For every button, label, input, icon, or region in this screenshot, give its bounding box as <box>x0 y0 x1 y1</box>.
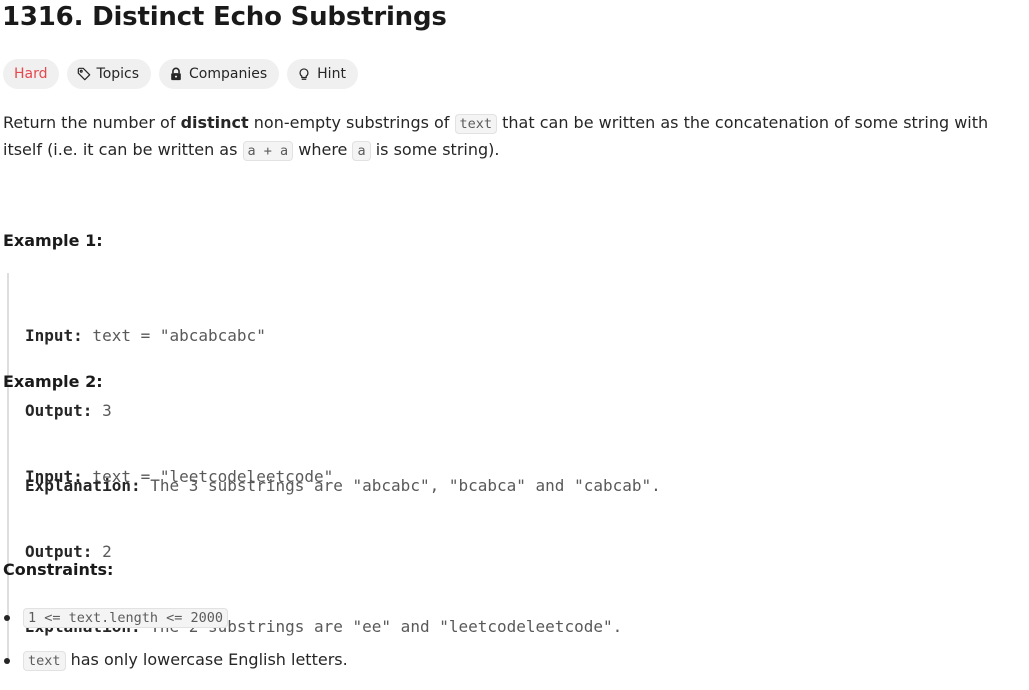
constraint-code: text <box>23 651 66 671</box>
constraints-list: 1 <= text.length <= 2000 text has only l… <box>0 604 348 690</box>
constraint-text: has only lowercase English letters. <box>65 650 348 669</box>
input-value: text = "abcabcabc" <box>82 326 266 345</box>
problem-title: 1316. Distinct Echo Substrings <box>2 2 447 32</box>
companies-button[interactable]: Companies <box>159 59 280 89</box>
list-item: 1 <= text.length <= 2000 <box>0 604 348 631</box>
input-label: Input: <box>25 467 83 486</box>
inline-code-text: text <box>454 114 498 134</box>
lightbulb-icon <box>297 67 311 81</box>
companies-label: Companies <box>189 66 268 82</box>
distinct-emphasis: distinct <box>180 113 249 132</box>
input-value: text = "leetcodeleetcode" <box>82 467 334 486</box>
difficulty-badge: Hard <box>3 59 59 89</box>
tag-icon <box>77 67 91 81</box>
inline-code-a-plus-a: a + a <box>242 141 294 161</box>
input-label: Input: <box>25 326 83 345</box>
lock-icon <box>169 67 183 81</box>
inline-code-a: a <box>352 141 371 161</box>
hint-button[interactable]: Hint <box>287 59 358 89</box>
list-item: text has only lowercase English letters. <box>0 647 348 674</box>
constraint-code: 1 <= text.length <= 2000 <box>23 608 229 628</box>
difficulty-label: Hard <box>14 66 48 82</box>
topics-label: Topics <box>96 66 140 82</box>
output-label: Output: <box>25 542 93 561</box>
tag-bar: Hard Topics Companies Hint <box>3 59 358 89</box>
example-2-heading: Example 2: <box>3 372 103 391</box>
hint-label: Hint <box>317 66 346 82</box>
example-1-heading: Example 1: <box>3 231 103 250</box>
constraints-heading: Constraints: <box>3 560 114 579</box>
topics-button[interactable]: Topics <box>66 59 152 89</box>
output-value: 2 <box>92 542 112 561</box>
problem-description: Return the number of distinct non-empty … <box>3 113 989 161</box>
